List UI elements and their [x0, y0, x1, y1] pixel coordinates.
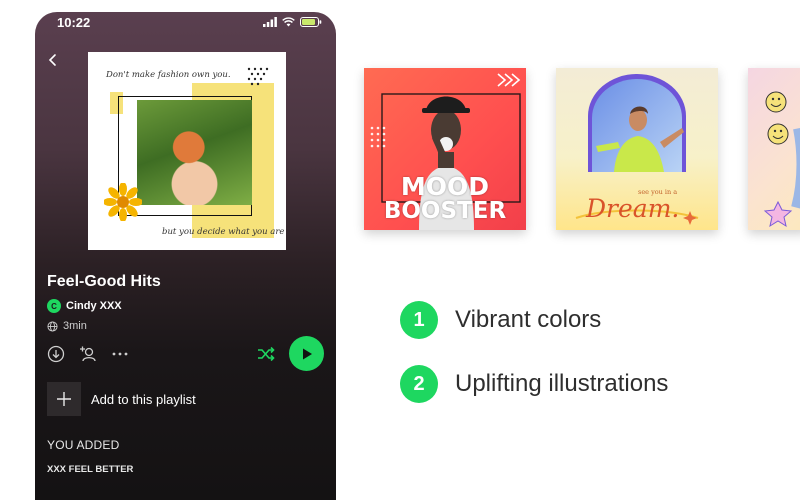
feature-text: Vibrant colors	[455, 306, 602, 333]
download-button[interactable]	[47, 345, 65, 363]
more-icon	[112, 352, 128, 356]
signal-icon	[263, 17, 277, 27]
mood-title-line2: BOOSTER	[383, 198, 507, 224]
owner-avatar[interactable]: C	[47, 299, 61, 313]
mood-booster-card: MOOD BOOSTER	[364, 68, 526, 230]
section-you-added: YOU ADDED	[47, 438, 120, 452]
feature-item-1: 1 Vibrant colors	[400, 301, 601, 339]
wifi-icon	[282, 17, 295, 27]
owner-name[interactable]: Cindy XXX	[66, 300, 122, 312]
smiley-card-art	[763, 91, 800, 228]
feature-item-2: 2 Uplifting illustrations	[400, 365, 668, 403]
add-button[interactable]	[47, 382, 81, 416]
download-icon	[47, 345, 65, 363]
more-options-button[interactable]	[111, 345, 129, 363]
song-item[interactable]: XXX FEEL BETTER	[47, 464, 133, 475]
add-to-playlist-row[interactable]: Add to this playlist	[47, 382, 196, 416]
duration-text: 3min	[63, 320, 87, 332]
dream-card: see you in a Dream.	[556, 68, 718, 230]
dream-title: Dream.	[586, 194, 680, 223]
feature-text: Uplifting illustrations	[455, 370, 669, 397]
playlist-cover: Don't make fashion own you. but you deci…	[88, 52, 286, 250]
feature-number-badge: 2	[400, 365, 438, 403]
battery-icon	[300, 17, 322, 27]
play-button[interactable]	[289, 336, 324, 371]
play-icon	[302, 348, 312, 359]
back-arrow-icon[interactable]	[45, 52, 61, 68]
feature-number-badge: 1	[400, 301, 438, 339]
phone-screen: 10:22 Don't make fashion own you. but yo…	[35, 12, 336, 500]
status-bar: 10:22	[35, 12, 336, 34]
cover-quote-top: Don't make fashion own you.	[106, 70, 231, 80]
smiley-icon	[765, 91, 787, 113]
mood-title-line1: MOOD	[400, 172, 490, 201]
status-icons	[263, 17, 322, 27]
add-user-icon	[80, 346, 96, 362]
cover-photo	[137, 100, 252, 205]
cover-dot-pattern	[247, 67, 269, 86]
smiley-card	[748, 68, 800, 230]
playlist-duration: 3min	[47, 320, 87, 332]
invite-collaborator-button[interactable]	[79, 345, 97, 363]
status-time: 10:22	[57, 15, 91, 30]
cover-quote-bottom: but you decide what you are	[162, 227, 285, 237]
add-to-playlist-label[interactable]: Add to this playlist	[91, 392, 196, 407]
globe-icon	[47, 320, 58, 332]
shuffle-icon[interactable]	[256, 344, 276, 364]
playlist-owner[interactable]: C Cindy XXX	[47, 299, 122, 313]
playlist-title: Feel-Good Hits	[47, 273, 161, 290]
sunflower-icon	[104, 183, 142, 221]
playlist-actions	[47, 345, 129, 363]
plus-icon	[57, 392, 71, 406]
